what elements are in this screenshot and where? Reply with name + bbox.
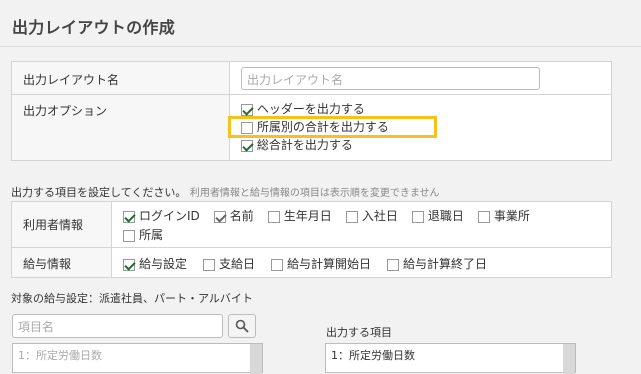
output-list-scrollbar[interactable] xyxy=(563,344,575,374)
output-items-list[interactable]: 1：所定労働日数 xyxy=(325,343,576,374)
available-items-list[interactable]: 1：所定労働日数 xyxy=(12,343,263,374)
retire-date-checkbox[interactable] xyxy=(411,210,424,223)
salary-info-label-cell: 給与情報 xyxy=(11,247,112,278)
layout-name-input[interactable]: 出力レイアウト名 xyxy=(241,67,540,90)
user-item-name: 名前 xyxy=(213,207,254,225)
payday-label: 支給日 xyxy=(219,257,256,271)
title-divider xyxy=(0,46,641,47)
option-grandtotal-label: 総合計を出力する xyxy=(256,138,353,152)
layout-name-label-cell: 出力レイアウト名 xyxy=(11,61,230,95)
option-header-label: ヘッダーを出力する xyxy=(256,102,365,116)
layout-name-label: 出力レイアウト名 xyxy=(23,73,120,87)
target-salary-label: 対象の給与設定：派遣社員、パート・アルバイト xyxy=(11,292,253,305)
user-info-label-cell: 利用者情報 xyxy=(11,201,112,248)
header-checkbox[interactable] xyxy=(241,103,253,116)
salary-item-calc-start[interactable]: 給与計算開始日 xyxy=(271,255,371,273)
salary-item-setting[interactable]: 給与設定 xyxy=(123,255,187,273)
department-label: 所属 xyxy=(139,228,164,242)
page-title: 出力レイアウトの作成 xyxy=(12,18,176,37)
office-checkbox[interactable] xyxy=(477,210,490,223)
hire-date-label: 入社日 xyxy=(361,209,398,223)
salary-info-items-cell: 給与設定 支給日 給与計算開始日 給与計算終了日 xyxy=(111,247,612,278)
output-options-label-cell: 出力オプション xyxy=(11,94,230,161)
search-button[interactable] xyxy=(228,314,256,338)
items-instruction-text: 出力する項目を設定してください。 xyxy=(11,186,187,199)
output-options-label: 出力オプション xyxy=(23,104,108,118)
payday-checkbox[interactable] xyxy=(203,258,216,271)
department-checkbox[interactable] xyxy=(123,229,135,242)
available-list-scrollbar[interactable] xyxy=(250,344,262,374)
calc-start-checkbox[interactable] xyxy=(271,258,284,271)
office-label: 事業所 xyxy=(493,209,530,223)
user-item-hire-date[interactable]: 入社日 xyxy=(345,207,398,225)
calc-end-label: 給与計算終了日 xyxy=(403,257,488,271)
output-items-label: 出力する項目 xyxy=(326,326,392,339)
items-instruction-note: 利用者情報と給与情報の項目は表示順を変更できません xyxy=(189,188,440,199)
user-item-department[interactable]: 所属 xyxy=(123,226,163,244)
user-item-retire-date[interactable]: 退職日 xyxy=(411,207,464,225)
calc-end-checkbox[interactable] xyxy=(387,258,400,271)
hire-date-checkbox[interactable] xyxy=(345,210,358,223)
available-item[interactable]: 1：所定労働日数 xyxy=(13,344,262,363)
layout-name-value-cell: 出力レイアウト名 xyxy=(229,61,612,95)
item-search-input[interactable]: 項目名 xyxy=(12,314,223,338)
login-id-label: ログインID xyxy=(139,209,200,223)
magnifier-icon xyxy=(235,319,249,333)
user-info-items-cell: ログインID 名前 生年月日 入社日 退職日 事業所 所属 xyxy=(111,201,612,248)
items-instruction: 出力する項目を設定してください。 利用者情報と給与情報の項目は表示順を変更できま… xyxy=(11,184,440,200)
salary-item-payday[interactable]: 支給日 xyxy=(203,255,255,273)
highlight-box xyxy=(228,116,437,138)
login-id-checkbox[interactable] xyxy=(123,210,135,223)
salary-info-label: 給与情報 xyxy=(23,257,72,271)
salary-item-calc-end[interactable]: 給与計算終了日 xyxy=(387,255,487,273)
option-grandtotal-row[interactable]: 総合計を出力する xyxy=(241,136,611,154)
user-item-login-id[interactable]: ログインID xyxy=(123,207,200,225)
salary-setting-checkbox[interactable] xyxy=(123,258,135,271)
birthdate-checkbox[interactable] xyxy=(267,210,280,223)
items-table: 利用者情報 ログインID 名前 生年月日 入社日 退職日 事業所 所属 給与情報 給与設定… xyxy=(11,201,612,278)
retire-date-label: 退職日 xyxy=(427,209,464,223)
output-item[interactable]: 1：所定労働日数 xyxy=(326,344,575,363)
user-info-label: 利用者情報 xyxy=(23,218,84,232)
birthdate-label: 生年月日 xyxy=(283,209,332,223)
grandtotal-checkbox[interactable] xyxy=(241,139,253,152)
name-label: 名前 xyxy=(229,209,254,223)
user-item-birthdate[interactable]: 生年月日 xyxy=(267,207,332,225)
user-item-office[interactable]: 事業所 xyxy=(477,207,530,225)
layout-settings-table: 出力レイアウト名 出力レイアウト名 出力オプション ヘッダーを出力する 所属別の… xyxy=(11,61,612,161)
salary-setting-label: 給与設定 xyxy=(139,257,188,271)
name-checkbox xyxy=(213,210,226,223)
calc-start-label: 給与計算開始日 xyxy=(287,257,372,271)
